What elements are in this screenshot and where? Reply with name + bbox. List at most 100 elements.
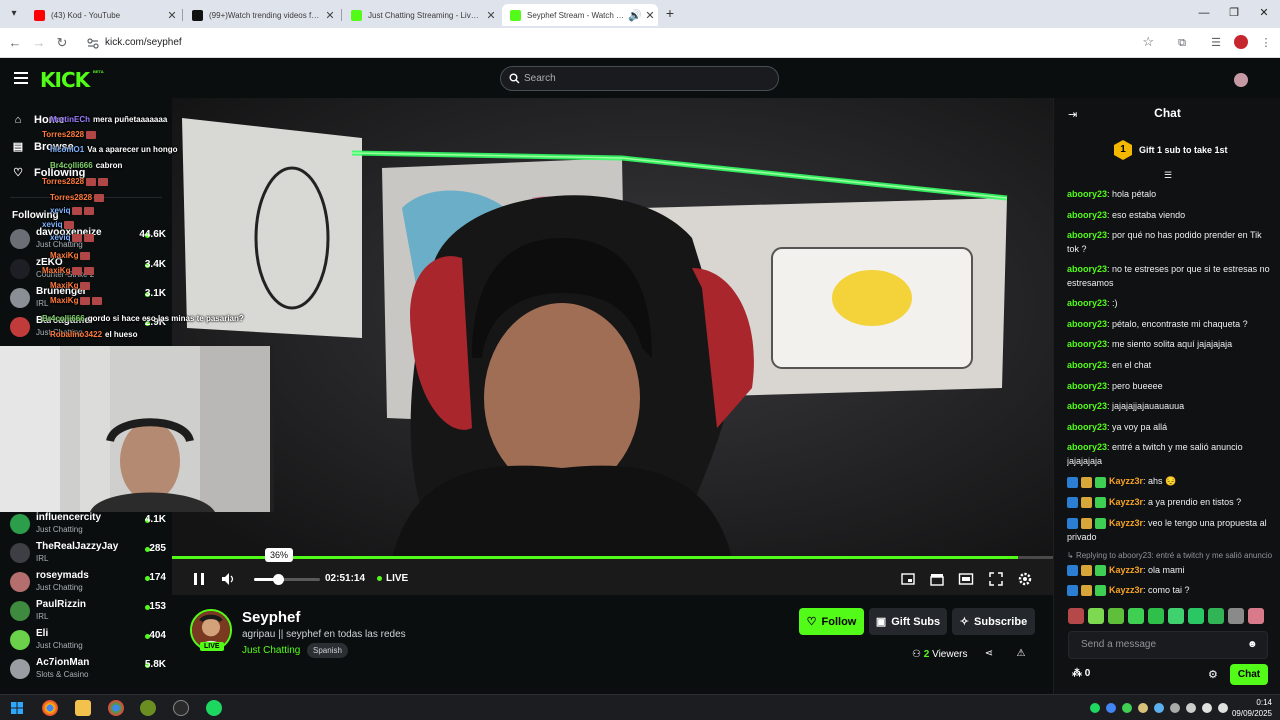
chat-username[interactable]: Kayzz3r: [1109, 565, 1143, 575]
chat-message[interactable]: aboory23: entré a twitch y me salió anun…: [1067, 440, 1272, 468]
chrome-active-icon[interactable]: [108, 700, 124, 716]
follow-button[interactable]: ♡ Follow: [799, 608, 864, 635]
chat-username[interactable]: aboory23: [1067, 360, 1107, 370]
chat-message[interactable]: aboory23: pero bueeee: [1067, 379, 1272, 393]
menu-icon[interactable]: [14, 72, 28, 84]
sidebar-channel-therealjazzyjay[interactable]: TheRealJazzyJay IRL 285: [10, 539, 166, 568]
theater-mode-button[interactable]: [958, 571, 974, 587]
forward-button[interactable]: →: [30, 34, 48, 52]
tray-icon[interactable]: [1170, 703, 1180, 713]
video-progress-bar[interactable]: [172, 556, 1053, 559]
app-icon[interactable]: [140, 700, 156, 716]
tray-icon[interactable]: [1138, 703, 1148, 713]
user-avatar[interactable]: [1234, 73, 1248, 87]
extensions-icon[interactable]: ⧉: [1174, 35, 1190, 51]
stream-category[interactable]: Just Chatting: [242, 645, 300, 656]
tray-icon[interactable]: [1186, 703, 1196, 713]
new-tab-button[interactable]: +: [664, 5, 676, 21]
tab-close-icon[interactable]: ✕: [164, 9, 180, 22]
chat-username[interactable]: Kayzz3r: [1109, 585, 1143, 595]
tab-tiktok[interactable]: (99+)Watch trending videos for you | Tik…: [184, 4, 338, 26]
chat-username[interactable]: Kayzz3r: [1109, 476, 1143, 486]
chat-message[interactable]: Kayzz3r: veo le tengo una propuesta al p…: [1067, 516, 1272, 544]
sidebar-channel-roseymads[interactable]: roseymads Just Chatting 174: [10, 568, 166, 597]
chat-username[interactable]: aboory23: [1067, 381, 1107, 391]
sidebar-channel-paulrizzin[interactable]: PaulRizzin IRL 153: [10, 597, 166, 626]
live-indicator[interactable]: LIVE: [377, 573, 408, 584]
wifi-icon[interactable]: [1202, 703, 1212, 713]
tab-seyphef-stream[interactable]: Seyphef Stream - Watch Live on Kick 🔊 ✕: [502, 4, 658, 26]
chat-message[interactable]: aboory23: pétalo, encontraste mi chaquet…: [1067, 317, 1272, 331]
gift-subs-button[interactable]: ▣ Gift Subs: [869, 608, 947, 635]
chat-message[interactable]: Kayzz3r: ahs 😔: [1067, 474, 1272, 488]
settings-button[interactable]: [1017, 571, 1033, 587]
tab-audio-icon[interactable]: 🔊: [628, 9, 642, 22]
emote-button[interactable]: [1188, 608, 1204, 624]
chat-message-input[interactable]: [1081, 639, 1241, 650]
chat-message[interactable]: aboory23: me siento solita aquí jajajaja…: [1067, 337, 1272, 351]
system-clock[interactable]: 0:14 09/09/2025: [1232, 697, 1272, 719]
emote-button[interactable]: [1248, 608, 1264, 624]
tab-close-icon[interactable]: ✕: [322, 9, 338, 22]
chrome-icon[interactable]: [42, 700, 58, 716]
tray-icon[interactable]: [1106, 703, 1116, 713]
sidebar-channel-eli[interactable]: Eli Just Chatting 404: [10, 626, 166, 655]
kick-logo[interactable]: KICK: [40, 68, 90, 92]
subscribe-button[interactable]: ✧ Subscribe: [952, 608, 1035, 635]
theater-clip-button[interactable]: [929, 571, 945, 587]
chat-username[interactable]: aboory23: [1067, 422, 1107, 432]
report-icon[interactable]: ⚠: [1015, 648, 1027, 660]
chat-username[interactable]: Kayzz3r: [1109, 518, 1143, 528]
bookmark-star-icon[interactable]: ☆: [1142, 34, 1154, 50]
emote-button[interactable]: [1088, 608, 1104, 624]
chat-message[interactable]: Kayzz3r: como tai ?: [1067, 583, 1272, 597]
fullscreen-button[interactable]: [988, 571, 1004, 587]
windows-start-icon[interactable]: [9, 700, 25, 716]
address-bar[interactable]: kick.com/seyphef ☆: [78, 31, 1168, 55]
reply-context[interactable]: ↳ Replying to aboory23: entré a twitch y…: [1067, 551, 1272, 560]
streamer-name[interactable]: Seyphef: [242, 609, 300, 626]
language-tag[interactable]: Spanish: [307, 643, 348, 658]
browser-profile-avatar[interactable]: [1234, 35, 1248, 49]
chat-username[interactable]: aboory23: [1067, 339, 1107, 349]
tab-youtube[interactable]: (43) Kod - YouTube ✕: [26, 4, 180, 26]
file-explorer-icon[interactable]: [75, 700, 91, 716]
channel-points[interactable]: ⁂ 0: [1072, 668, 1090, 679]
more-menu-icon[interactable]: ⋮: [1258, 35, 1274, 51]
chat-username[interactable]: Kayzz3r: [1109, 497, 1143, 507]
chat-username[interactable]: aboory23: [1067, 298, 1107, 308]
clip-button[interactable]: [900, 571, 916, 587]
chat-username[interactable]: aboory23: [1067, 442, 1107, 452]
chat-username[interactable]: aboory23: [1067, 210, 1107, 220]
chat-message[interactable]: Kayzz3r: ola mami: [1067, 563, 1272, 577]
chat-message[interactable]: Kayzz3r: a ya prendio en tistos ?: [1067, 495, 1272, 509]
chat-send-button[interactable]: Chat: [1230, 664, 1268, 685]
chat-message[interactable]: aboory23: :): [1067, 296, 1272, 310]
pinned-message-icon[interactable]: ☰: [1162, 170, 1174, 180]
tray-icon[interactable]: [1154, 703, 1164, 713]
close-window-button[interactable]: ✕: [1256, 6, 1272, 20]
emote-button[interactable]: [1108, 608, 1124, 624]
chat-message[interactable]: aboory23: hola pétalo: [1067, 187, 1272, 201]
emote-button[interactable]: [1208, 608, 1224, 624]
emote-button[interactable]: [1168, 608, 1184, 624]
emote-button[interactable]: [1148, 608, 1164, 624]
pip-webcam-overlay[interactable]: [0, 346, 274, 512]
volume-button[interactable]: [220, 571, 236, 587]
restore-button[interactable]: ❐: [1226, 6, 1242, 20]
chat-input-box[interactable]: ☻: [1068, 631, 1268, 659]
tray-icon[interactable]: [1122, 703, 1132, 713]
volume-slider[interactable]: [254, 574, 320, 585]
chat-message[interactable]: aboory23: eso estaba viendo: [1067, 208, 1272, 222]
share-icon[interactable]: ⋖: [983, 648, 995, 660]
sidebar-channel-influencercity[interactable]: influencercity Just Chatting 4.1K: [10, 510, 166, 539]
chat-message[interactable]: aboory23: ya voy pa allá: [1067, 420, 1272, 434]
back-button[interactable]: ←: [6, 34, 24, 52]
video-player[interactable]: 36% 02:51:14 LIVE: [172, 98, 1053, 595]
reload-button[interactable]: ↻: [53, 34, 71, 52]
tab-kick-just-chatting[interactable]: Just Chatting Streaming - Live Streams o…: [343, 4, 499, 26]
chat-settings-icon[interactable]: ⚙: [1208, 668, 1220, 681]
emote-button[interactable]: [1068, 608, 1084, 624]
volume-slider-handle[interactable]: [272, 574, 284, 585]
reading-list-icon[interactable]: ☰: [1208, 35, 1224, 51]
